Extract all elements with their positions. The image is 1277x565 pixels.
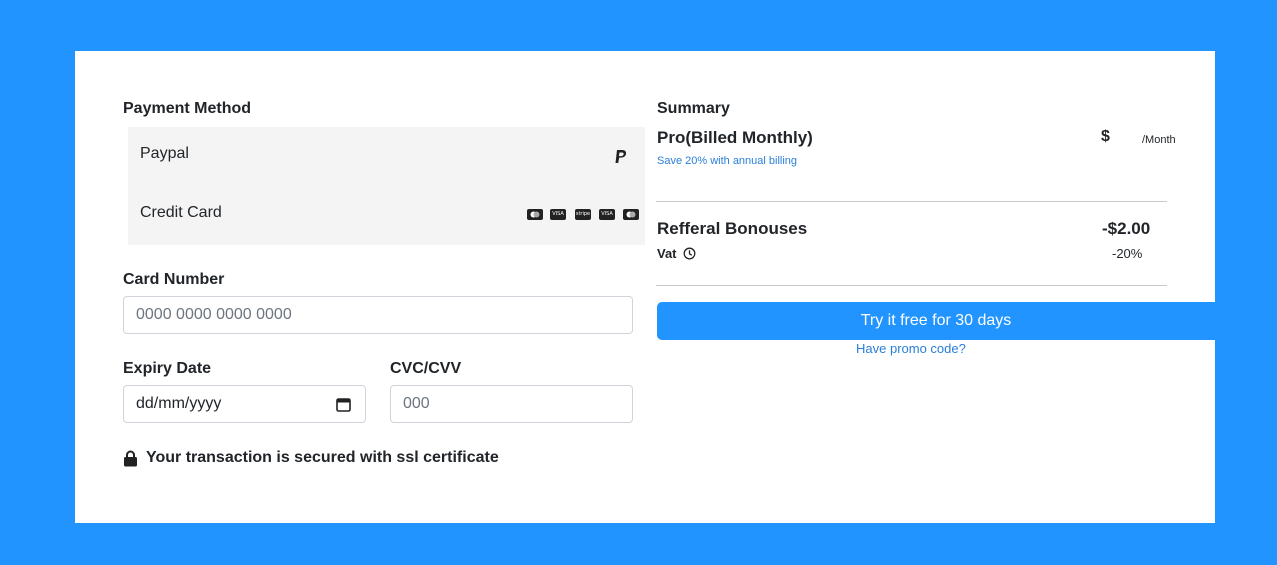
price-symbol: $ xyxy=(1101,128,1110,145)
stripe-icon: stripe xyxy=(575,209,591,220)
referral-value: -$2.00 xyxy=(1102,219,1151,238)
payment-method-heading: Payment Method xyxy=(123,100,252,117)
vat-value: -20% xyxy=(1112,246,1143,261)
expiry-date-placeholder: dd/mm/yyyy xyxy=(136,395,222,412)
payment-methods-panel: Paypal Credit Card VISA stripe VISA xyxy=(128,127,645,245)
mastercard-icon xyxy=(527,209,543,220)
summary-divider-bottom xyxy=(656,285,1167,286)
summary-heading: Summary xyxy=(657,100,730,117)
referral-label: Refferal Bonouses xyxy=(657,219,808,238)
calendar-icon[interactable] xyxy=(336,397,351,412)
card-number-label: Card Number xyxy=(123,271,225,288)
cvc-input[interactable]: 000 xyxy=(390,385,633,423)
save-annual-link[interactable]: Save 20% with annual billing xyxy=(657,155,797,167)
price-period: /Month xyxy=(1142,134,1176,146)
lock-icon xyxy=(124,450,137,467)
secure-note: Your transaction is secured with ssl cer… xyxy=(146,449,499,466)
visa-icon: VISA xyxy=(599,209,615,220)
visa-icon: VISA xyxy=(550,209,566,220)
expiry-date-input[interactable]: dd/mm/yyyy xyxy=(123,385,366,423)
expiry-date-label: Expiry Date xyxy=(123,360,212,377)
plan-name: Pro(Billed Monthly) xyxy=(657,128,813,147)
paypal-icon xyxy=(615,150,627,163)
clock-icon xyxy=(683,247,696,260)
cvc-label: CVC/CVV xyxy=(390,360,462,377)
method-credit-card-label[interactable]: Credit Card xyxy=(140,204,222,222)
promo-code-link[interactable]: Have promo code? xyxy=(856,341,966,356)
checkout-card: Payment Method Paypal Credit Card VISA s… xyxy=(75,51,1215,523)
vat-label: Vat xyxy=(657,246,677,261)
summary-divider-top xyxy=(656,201,1167,202)
try-free-button[interactable]: Try it free for 30 days xyxy=(657,302,1215,340)
card-number-input[interactable]: 0000 0000 0000 0000 xyxy=(123,296,633,334)
mastercard-icon xyxy=(623,209,639,220)
method-paypal-label[interactable]: Paypal xyxy=(140,145,189,163)
